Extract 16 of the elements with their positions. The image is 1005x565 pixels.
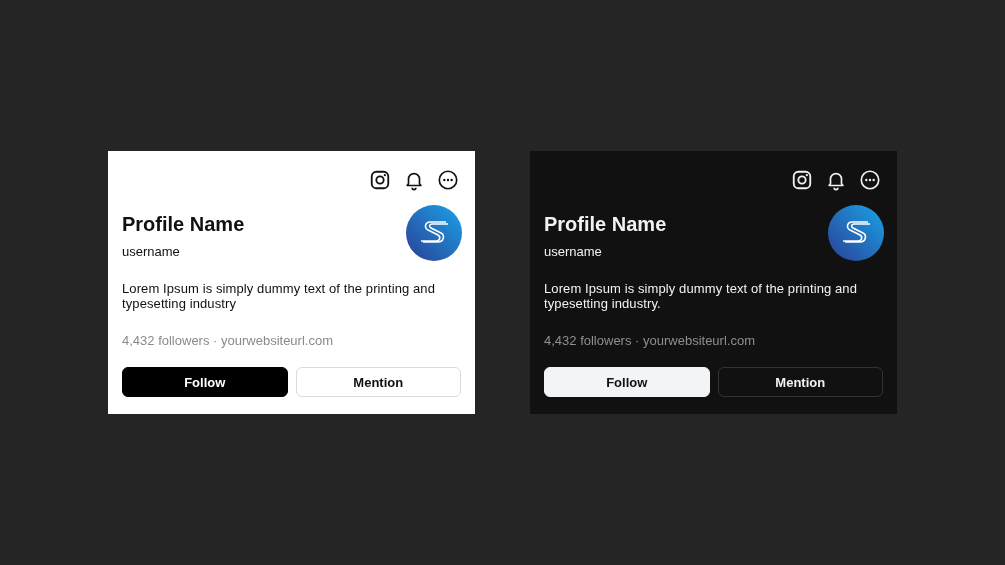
follow-button[interactable]: Follow [544, 367, 710, 397]
profile-name: Profile Name [544, 212, 667, 236]
avatar-logo-icon [828, 205, 884, 261]
bio-text: Lorem Ipsum is simply dummy text of the printing and typesetting industry [122, 281, 436, 311]
bio-text: Lorem Ipsum is simply dummy text of the printing and typesetting industry. [544, 281, 858, 311]
avatar-logo-icon [406, 205, 462, 261]
mention-button[interactable]: Mention [717, 367, 883, 397]
username: username [544, 244, 603, 259]
mention-button[interactable]: Mention [295, 367, 461, 397]
follower-info: 4,432 followers · yourwebsiteurl.com [544, 333, 756, 348]
instagram-icon[interactable] [369, 169, 391, 191]
profile-name: Profile Name [122, 212, 245, 236]
more-icon[interactable] [437, 169, 459, 191]
follow-button[interactable]: Follow [122, 367, 288, 397]
username: username [122, 244, 181, 259]
follower-info: 4,432 followers · yourwebsiteurl.com [122, 333, 334, 348]
